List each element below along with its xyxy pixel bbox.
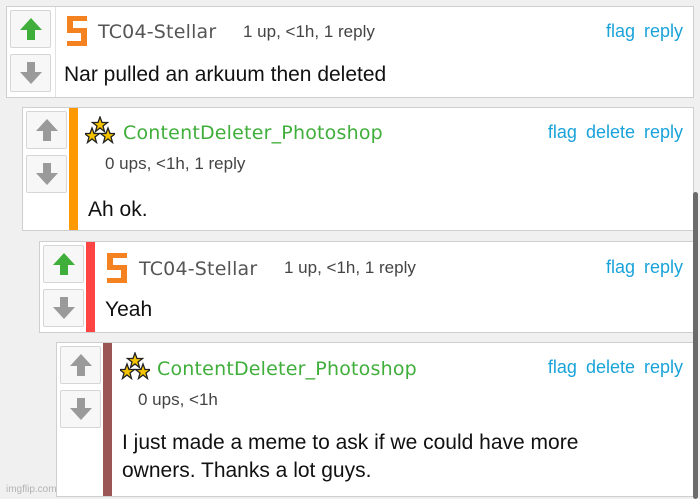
arrow-up-icon: [19, 18, 42, 40]
comment-body: ContentDeleter_Photoshop 0 ups, <1h, 1 r…: [69, 108, 693, 230]
comment-body: ContentDeleter_Photoshop 0 ups, <1h flag…: [103, 343, 693, 496]
flag-link[interactable]: flag: [606, 257, 635, 277]
vote-column: [40, 242, 88, 332]
comment-2: ContentDeleter_Photoshop 0 ups, <1h, 1 r…: [22, 107, 694, 231]
upvote-button[interactable]: [10, 10, 51, 48]
flag-link[interactable]: flag: [548, 122, 577, 142]
comment-text: Yeah: [105, 298, 153, 321]
comment-text: Ah ok.: [88, 198, 148, 221]
reply-link[interactable]: reply: [644, 257, 683, 277]
comment-text-line: I just made a meme to ask if we could ha…: [122, 431, 579, 454]
vote-column: [23, 108, 71, 230]
upvote-button[interactable]: [43, 245, 84, 283]
arrow-up-icon: [52, 253, 75, 275]
nesting-stripe: [69, 108, 78, 230]
comment-body: TC04-Stellar 1 up, <1h, 1 reply flag repl…: [55, 7, 693, 97]
scrollbar[interactable]: [693, 192, 698, 499]
comment-text: Nar pulled an arkuum then deleted: [64, 63, 387, 86]
downvote-button[interactable]: [10, 54, 51, 92]
downvote-button[interactable]: [43, 289, 84, 327]
comment-body: TC04-Stellar 1 up, <1h, 1 reply flag repl…: [86, 242, 693, 332]
stars-icon: [85, 116, 115, 144]
nesting-stripe: [86, 242, 95, 332]
comment-meta: 0 ups, <1h, 1 reply: [105, 154, 246, 173]
upvote-button[interactable]: [26, 111, 67, 149]
stars-icon: [120, 352, 150, 380]
imgflip-logo-icon: [107, 253, 127, 283]
arrow-down-icon: [19, 62, 42, 84]
upvote-button[interactable]: [60, 346, 101, 384]
arrow-down-icon: [52, 297, 75, 319]
comment-text: I just made a meme to ask if we could ha…: [122, 429, 578, 485]
watermark: imgflip.com: [6, 484, 57, 495]
arrow-up-icon: [69, 354, 92, 376]
reply-link[interactable]: reply: [644, 21, 683, 41]
vote-column: [7, 7, 55, 97]
comment-meta: 0 ups, <1h: [138, 390, 218, 409]
comment-1: TC04-Stellar 1 up, <1h, 1 reply flag repl…: [6, 6, 694, 98]
arrow-up-icon: [35, 119, 58, 141]
comment-3: TC04-Stellar 1 up, <1h, 1 reply flag repl…: [39, 241, 694, 333]
username[interactable]: ContentDeleter_Photoshop: [123, 122, 383, 144]
comment-text-line: owners. Thanks a lot guys.: [122, 459, 372, 482]
vote-column: [57, 343, 105, 496]
username[interactable]: ContentDeleter_Photoshop: [157, 358, 417, 380]
flag-link[interactable]: flag: [606, 21, 635, 41]
comment-actions: flag delete reply: [539, 357, 683, 378]
comment-actions: flag delete reply: [539, 122, 683, 143]
comment-actions: flag reply: [597, 21, 683, 42]
comment-4: ContentDeleter_Photoshop 0 ups, <1h flag…: [56, 342, 694, 497]
flag-link[interactable]: flag: [548, 357, 577, 377]
username[interactable]: TC04-Stellar: [98, 21, 216, 43]
reply-link[interactable]: reply: [644, 357, 683, 377]
arrow-down-icon: [69, 398, 92, 420]
delete-link[interactable]: delete: [586, 122, 635, 142]
downvote-button[interactable]: [26, 155, 67, 193]
comment-meta: 1 up, <1h, 1 reply: [243, 22, 375, 41]
reply-link[interactable]: reply: [644, 122, 683, 142]
username[interactable]: TC04-Stellar: [139, 258, 257, 280]
comment-meta: 1 up, <1h, 1 reply: [284, 258, 416, 277]
comment-actions: flag reply: [597, 257, 683, 278]
downvote-button[interactable]: [60, 390, 101, 428]
nesting-stripe: [103, 343, 112, 496]
delete-link[interactable]: delete: [586, 357, 635, 377]
arrow-down-icon: [35, 163, 58, 185]
imgflip-logo-icon: [67, 16, 87, 46]
